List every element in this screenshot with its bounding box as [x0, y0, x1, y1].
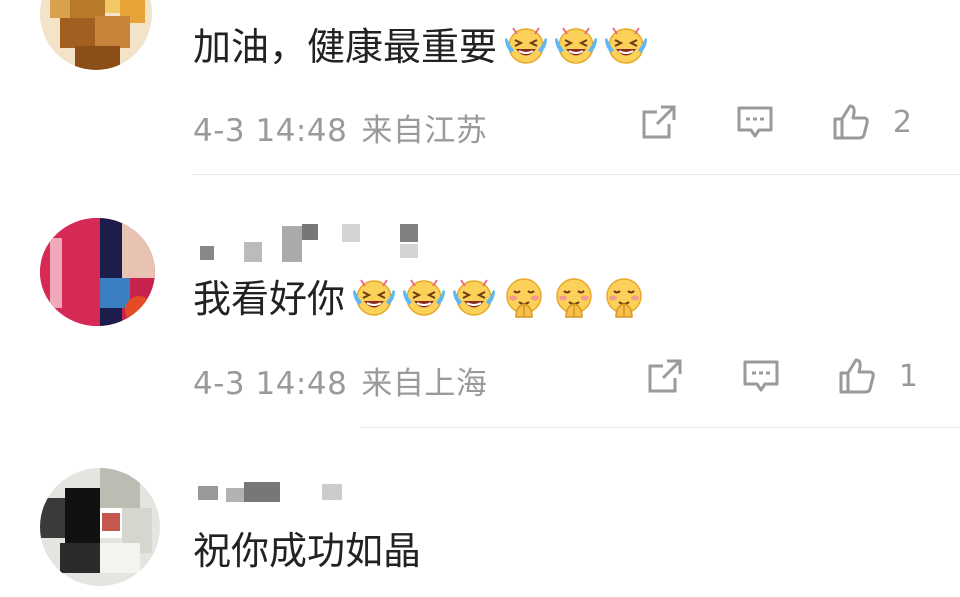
comment-item: 加油，健康最重要 4-3 14:48 来自江苏 2: [0, 0, 960, 175]
reply-button[interactable]: [741, 356, 781, 396]
comment-icon: [735, 102, 775, 142]
avatar[interactable]: [40, 468, 160, 586]
laugh-cry-emoji: [403, 276, 445, 318]
comment-location: 来自江苏: [361, 113, 488, 149]
share-button[interactable]: [645, 356, 685, 396]
laugh-cry-emoji: [453, 276, 495, 318]
comment-actions: 2: [583, 102, 912, 142]
comment-time: 4-3 14:48: [193, 113, 348, 149]
thumbs-up-icon: [831, 102, 871, 142]
share-button[interactable]: [639, 102, 679, 142]
comment-text: 我看好你: [193, 276, 645, 322]
comment-text: 加油，健康最重要: [193, 24, 647, 70]
laugh-cry-emoji: [353, 276, 395, 318]
comment-text: 祝你成功如晶: [193, 529, 422, 573]
avatar[interactable]: [40, 218, 155, 326]
like-count: 1: [898, 358, 918, 394]
share-icon: [639, 102, 679, 142]
share-icon: [645, 356, 685, 396]
comment-icon: [741, 356, 781, 396]
comment-time: 4-3 14:48: [193, 366, 348, 402]
reply-button[interactable]: [735, 102, 775, 142]
blush-pray-emoji: [603, 276, 645, 318]
laugh-cry-emoji: [505, 24, 547, 66]
comment-meta: 4-3 14:48 来自江苏: [193, 105, 501, 150]
laugh-cry-emoji: [605, 24, 647, 66]
blush-pray-emoji: [553, 276, 595, 318]
comment-item: 我看好你 4-3 14:48 来自上海 1: [0, 176, 960, 428]
comment-item: 祝你成功如晶: [0, 428, 960, 597]
like-button[interactable]: 2: [831, 102, 912, 142]
like-button[interactable]: 1: [837, 356, 918, 396]
like-count: 2: [892, 104, 912, 140]
blush-pray-emoji: [503, 276, 545, 318]
avatar[interactable]: [40, 0, 152, 70]
comment-meta: 4-3 14:48 来自上海: [193, 358, 501, 403]
comment-location: 来自上海: [361, 366, 488, 402]
thumbs-up-icon: [837, 356, 877, 396]
comment-actions: 1: [589, 356, 918, 396]
laugh-cry-emoji: [555, 24, 597, 66]
divider: [193, 174, 960, 175]
